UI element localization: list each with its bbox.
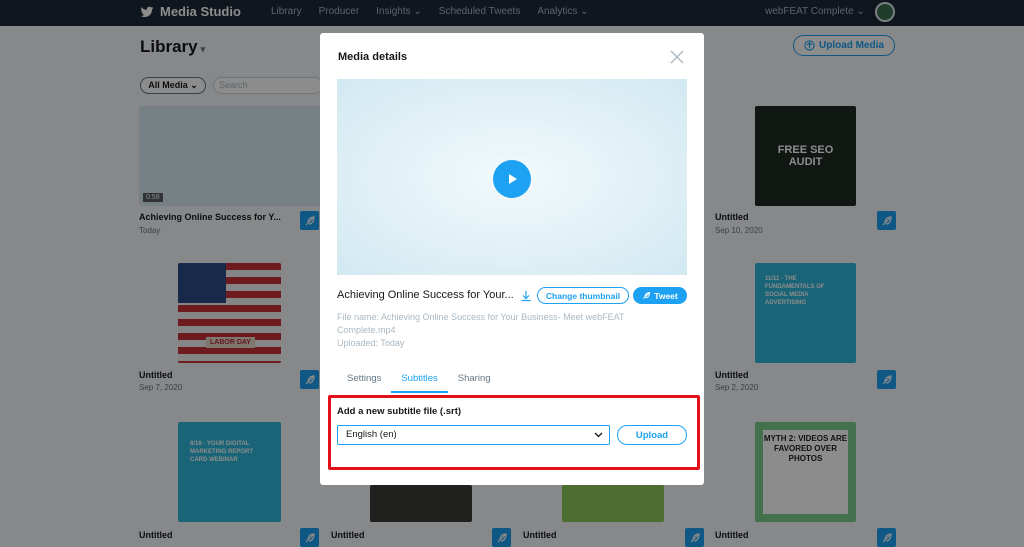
video-preview[interactable] bbox=[337, 79, 687, 275]
modal-title: Media details bbox=[338, 51, 408, 63]
download-icon[interactable] bbox=[520, 290, 532, 302]
tweet-button-label: Tweet bbox=[654, 290, 678, 301]
play-icon bbox=[509, 174, 517, 184]
uploaded-date: Uploaded: Today bbox=[337, 338, 405, 348]
modal-tabs: Settings Subtitles Sharing bbox=[337, 369, 687, 393]
media-title[interactable]: Achieving Online Success for Your... bbox=[337, 289, 514, 301]
close-icon[interactable] bbox=[669, 49, 685, 65]
change-thumbnail-button[interactable]: Change thumbnail bbox=[537, 287, 629, 304]
file-name: File name: Achieving Online Success for … bbox=[337, 312, 625, 335]
feather-icon bbox=[643, 291, 651, 299]
tab-sharing[interactable]: Sharing bbox=[448, 369, 501, 393]
play-button[interactable] bbox=[493, 160, 531, 198]
highlight-annotation bbox=[328, 395, 700, 470]
tweet-button[interactable]: Tweet bbox=[633, 287, 687, 304]
file-meta: File name: Achieving Online Success for … bbox=[337, 311, 637, 350]
tab-settings[interactable]: Settings bbox=[337, 369, 391, 393]
tab-subtitles[interactable]: Subtitles bbox=[391, 369, 448, 393]
